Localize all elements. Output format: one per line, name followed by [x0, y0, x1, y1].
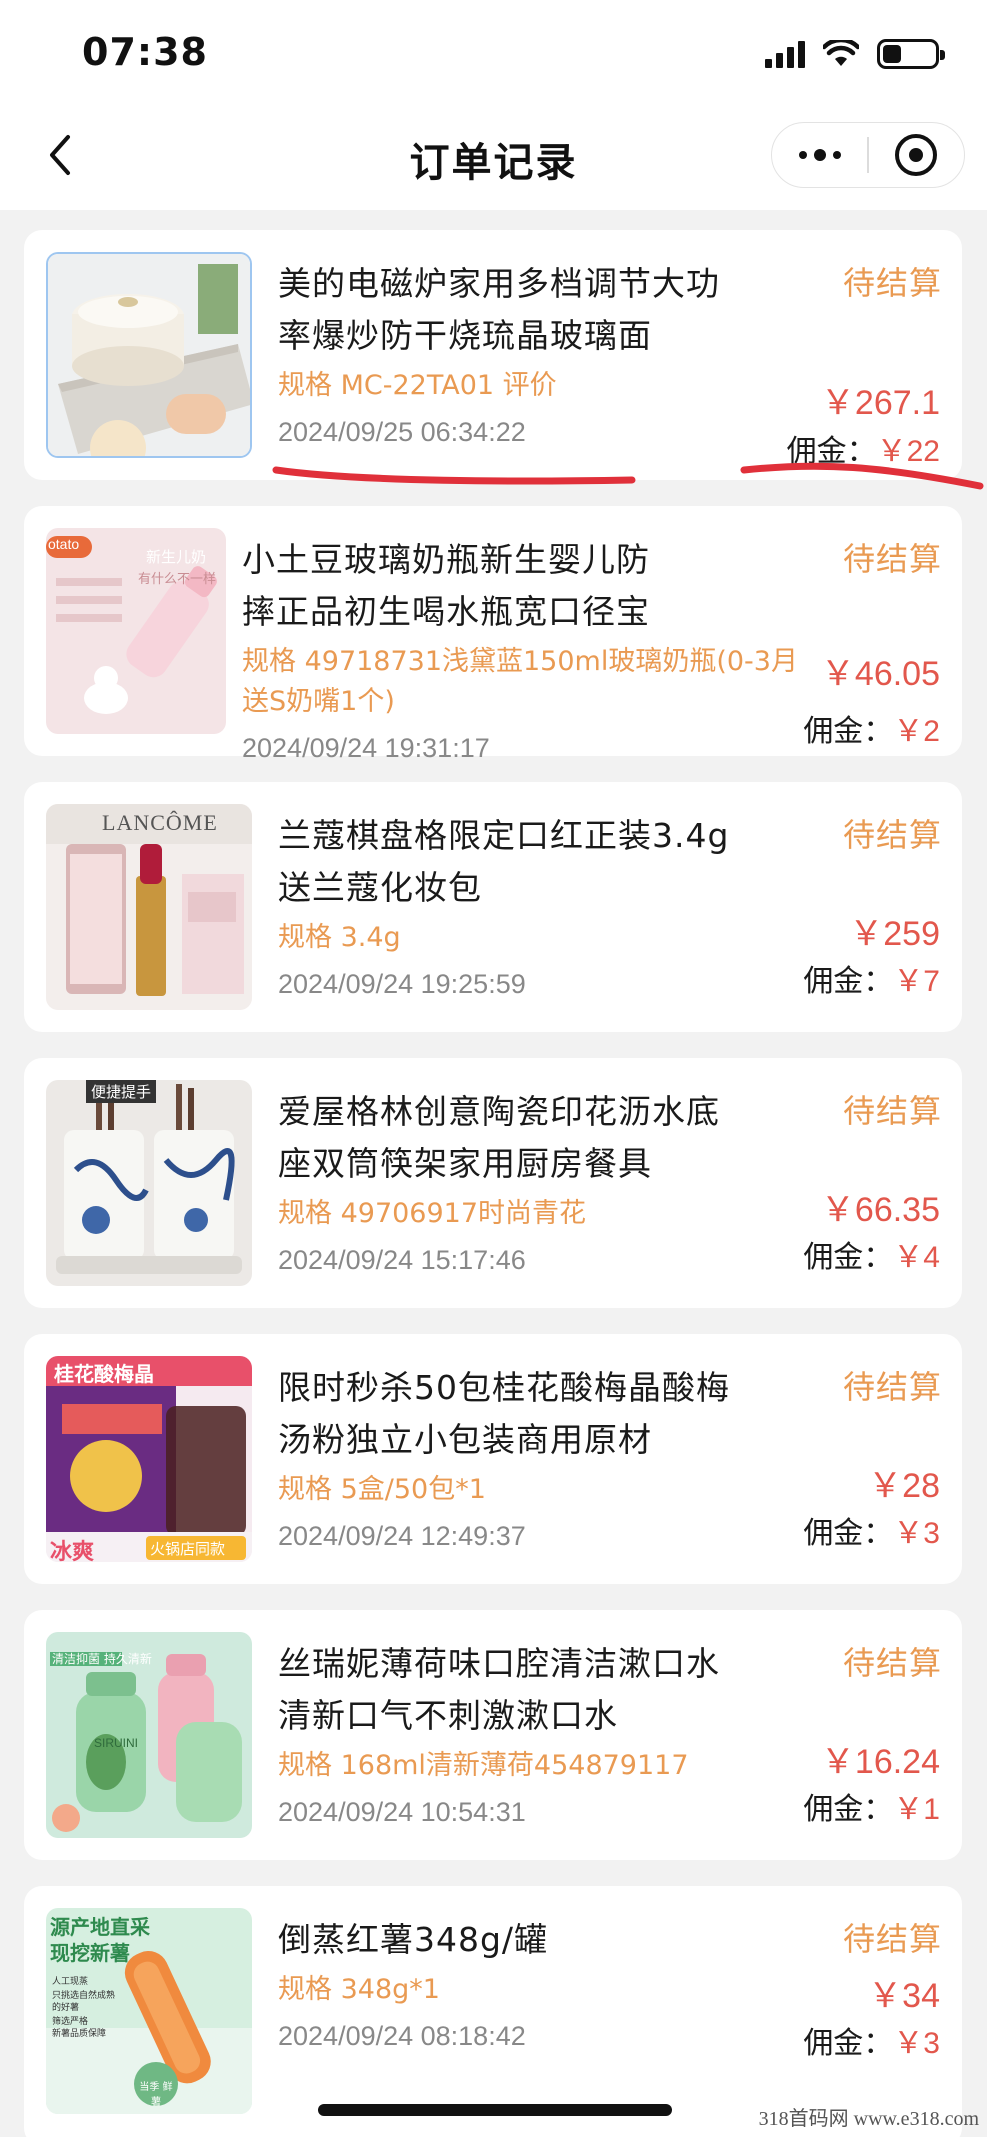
order-price: ￥267.1 — [820, 384, 940, 422]
target-icon — [895, 134, 938, 176]
order-date: 2024/09/24 15:17:46 — [278, 1245, 526, 1275]
product-title: 美的电磁炉家用多档调节大功率爆炒防干烧琉晶玻璃面 — [278, 264, 720, 355]
status-badge: 待结算 — [842, 540, 942, 578]
watermark: 318首码网 www.e318.com — [758, 2108, 979, 2130]
product-thumbnail: 便捷提手 — [46, 1080, 252, 1286]
order-card[interactable]: 桂花酸梅晶 冰爽 火锅店同款 限时秒杀50包桂花酸梅晶酸梅汤粉独立小包装商用原材… — [24, 1334, 962, 1584]
annotation-underline — [272, 466, 636, 485]
commission-amount: ￥3 — [893, 2027, 940, 2060]
order-date: 2024/09/24 19:31:17 — [242, 733, 490, 763]
signal-icon — [765, 40, 805, 68]
product-spec: 规格 49718731浅黛蓝150ml玻璃奶瓶(0-3月送S奶嘴1个) — [242, 646, 798, 717]
close-miniprogram-button[interactable] — [869, 123, 964, 187]
product-spec: 规格 348g*1 — [278, 1974, 440, 2005]
order-card[interactable]: otato 新生儿奶 有什么不一样 小土豆玻璃奶瓶新生婴儿防摔正品初生喝水瓶宽口… — [24, 506, 962, 763]
home-indicator[interactable] — [318, 2104, 672, 2116]
nav-bar: 订单记录 — [0, 100, 987, 210]
more-icon — [798, 149, 841, 161]
commission-amount: ￥2 — [893, 715, 940, 748]
product-spec: 规格 168ml清新薄荷454879117 — [278, 1750, 689, 1781]
status-bar: 07:38 — [0, 0, 987, 100]
order-date: 2024/09/24 10:54:31 — [278, 1797, 526, 1827]
commission: 佣金：￥4 — [803, 1240, 940, 1275]
product-thumbnail: 桂花酸梅晶 冰爽 火锅店同款 — [46, 1356, 252, 1562]
commission-amount: ￥7 — [893, 965, 940, 998]
miniprogram-capsule — [771, 122, 965, 188]
order-price: ￥46.05 — [820, 655, 940, 693]
chopstick-holder-image — [46, 1080, 252, 1286]
product-title: 爱屋格林创意陶瓷印花沥水底座双筒筷架家用厨房餐具 — [278, 1092, 720, 1183]
product-thumbnail: 清洁抑菌 持久清新 SIRUINI — [46, 1632, 252, 1838]
more-button[interactable] — [772, 123, 867, 187]
order-price: ￥259 — [849, 915, 940, 953]
product-title: 兰蔻棋盘格限定口红正装3.4g 送兰蔻化妆包 — [278, 816, 730, 907]
product-thumbnail: 源产地直采 现挖新薯 人工现蒸 只挑选自然成熟的好薯 筛选严格 新薯品质保障 当… — [46, 1908, 252, 2114]
commission: 佣金：￥1 — [803, 1792, 940, 1827]
commission-amount: ￥3 — [893, 1517, 940, 1550]
product-spec: 规格 49706917时尚青花 — [278, 1198, 587, 1229]
product-title: 限时秒杀50包桂花酸梅晶酸梅汤粉独立小包装商用原材 — [278, 1368, 730, 1459]
commission: 佣金：￥3 — [803, 1516, 940, 1551]
commission: 佣金：￥7 — [803, 964, 940, 999]
status-icons — [765, 36, 945, 72]
product-thumbnail — [46, 252, 252, 458]
commission: 佣金：￥2 — [803, 714, 940, 749]
status-badge: 待结算 — [842, 1920, 942, 1958]
status-badge: 待结算 — [842, 1644, 942, 1682]
product-spec: 规格 MC-22TA01 评价 — [278, 370, 557, 401]
commission-amount: ￥4 — [893, 1241, 940, 1274]
product-thumbnail: otato 新生儿奶 有什么不一样 — [46, 528, 226, 734]
status-badge: 待结算 — [842, 264, 942, 302]
product-thumbnail: LANCÔME — [46, 804, 252, 1010]
order-date: 2024/09/25 06:34:22 — [278, 417, 526, 447]
induction-cooker-image — [48, 254, 250, 456]
order-card[interactable]: 美的电磁炉家用多档调节大功率爆炒防干烧琉晶玻璃面 规格 MC-22TA01 评价… — [24, 230, 962, 480]
status-badge: 待结算 — [842, 816, 942, 854]
wifi-icon — [823, 40, 859, 66]
commission: 佣金：￥3 — [803, 2026, 940, 2061]
commission-amount: ￥1 — [893, 1793, 940, 1826]
product-spec: 规格 5盒/50包*1 — [278, 1474, 486, 1505]
product-title: 小土豆玻璃奶瓶新生婴儿防摔正品初生喝水瓶宽口径宝 — [242, 540, 650, 631]
status-badge: 待结算 — [842, 1092, 942, 1130]
order-date: 2024/09/24 19:25:59 — [278, 969, 526, 999]
annotation-underline — [740, 462, 984, 490]
order-price: ￥34 — [868, 1977, 940, 2015]
order-price: ￥66.35 — [820, 1191, 940, 1229]
order-card[interactable]: 清洁抑菌 持久清新 SIRUINI 丝瑞妮薄荷味口腔清洁漱口水 清新口气不刺激漱… — [24, 1610, 962, 1860]
order-date: 2024/09/24 08:18:42 — [278, 2021, 526, 2051]
order-price: ￥16.24 — [820, 1743, 940, 1781]
battery-icon — [877, 39, 945, 69]
order-price: ￥28 — [868, 1467, 940, 1505]
status-badge: 待结算 — [842, 1368, 942, 1406]
product-title: 倒蒸红薯348g/罐 — [278, 1920, 549, 1959]
order-card[interactable]: 便捷提手 爱屋格林创意陶瓷印花沥水底座双筒筷架家用厨房餐具 规格 4970691… — [24, 1058, 962, 1308]
order-card[interactable]: LANCÔME 兰蔻棋盘格限定口红正装3.4g 送兰蔻化妆包 规格 3.4g 2… — [24, 782, 962, 1032]
status-time: 07:38 — [82, 30, 208, 74]
order-date: 2024/09/24 12:49:37 — [278, 1521, 526, 1551]
product-spec: 规格 3.4g — [278, 922, 401, 953]
order-card[interactable]: 源产地直采 现挖新薯 人工现蒸 只挑选自然成熟的好薯 筛选严格 新薯品质保障 当… — [24, 1886, 962, 2137]
product-title: 丝瑞妮薄荷味口腔清洁漱口水 清新口气不刺激漱口水 — [278, 1644, 720, 1735]
